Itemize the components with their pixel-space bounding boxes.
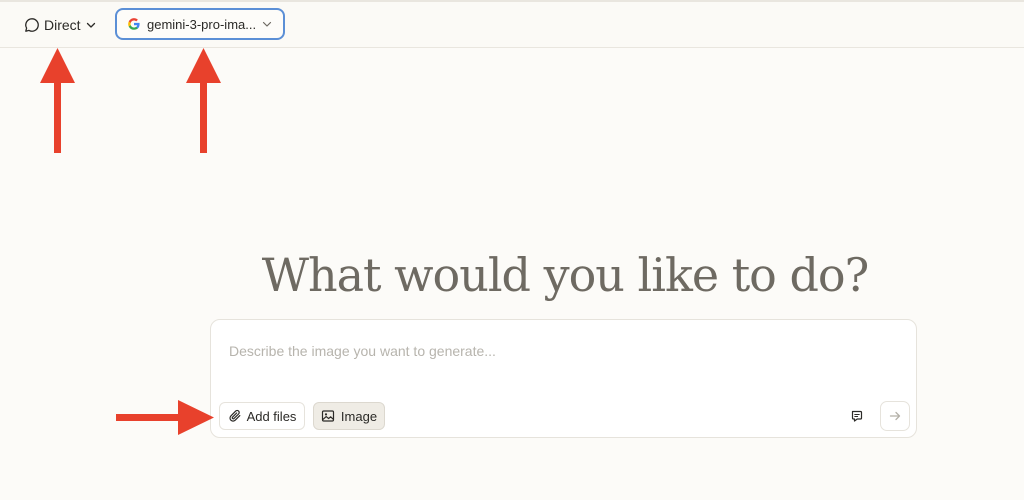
- send-button[interactable]: [880, 401, 910, 431]
- chevron-down-icon: [86, 22, 95, 28]
- prompt-library-button[interactable]: [845, 404, 869, 428]
- chevron-down-icon: [262, 21, 272, 27]
- model-selector-button[interactable]: gemini-3-pro-ima...: [115, 8, 285, 40]
- model-label: gemini-3-pro-ima...: [147, 16, 255, 32]
- add-files-label: Add files: [246, 408, 297, 424]
- mode-selector-button[interactable]: Direct: [20, 12, 101, 38]
- top-bar: Direct gemini-3-pro-ima...: [0, 2, 1024, 48]
- prompt-library-icon: [851, 410, 863, 422]
- prompt-input[interactable]: [229, 340, 889, 362]
- image-label: Image: [340, 408, 378, 424]
- paperclip-icon: [228, 409, 240, 422]
- google-g-icon: [128, 18, 140, 30]
- add-files-button[interactable]: Add files: [219, 402, 305, 430]
- chat-bubble-icon: [25, 18, 39, 32]
- mode-label: Direct: [44, 17, 81, 33]
- page-headline: What would you like to do?: [261, 248, 870, 302]
- image-mode-button[interactable]: Image: [313, 402, 385, 430]
- arrow-right-icon: [889, 411, 901, 421]
- prompt-composer: Add files Image: [210, 319, 917, 438]
- image-icon: [321, 410, 335, 422]
